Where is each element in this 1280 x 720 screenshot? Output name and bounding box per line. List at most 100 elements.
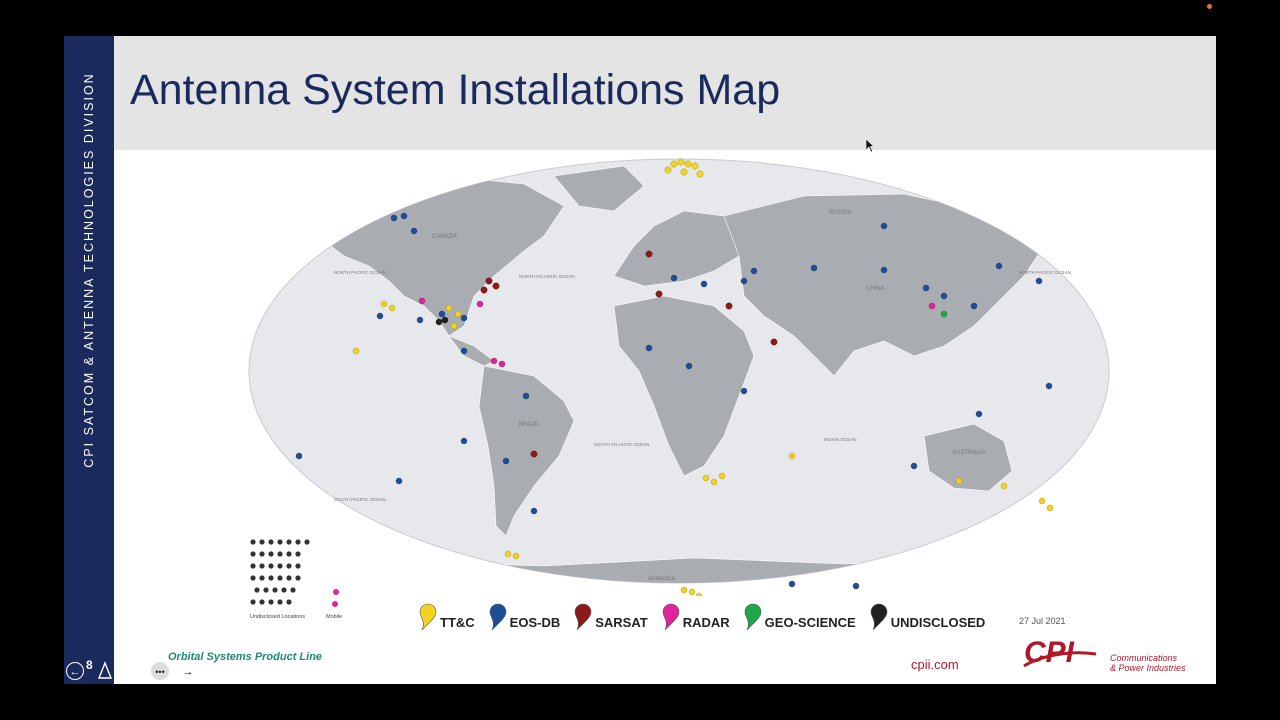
pin-eos-db	[670, 274, 678, 282]
product-line-label: Orbital Systems Product Line	[168, 651, 323, 663]
pin-ttc	[450, 322, 458, 330]
pin-radar	[476, 300, 484, 308]
pin-radar	[928, 302, 936, 310]
pin-ttc	[680, 586, 688, 594]
map-pin-icon	[419, 603, 437, 631]
label-australia: AUSTRALIA	[952, 450, 985, 456]
pin-ttc	[388, 304, 396, 312]
pin-ttc	[1000, 482, 1008, 490]
pin-sarsat	[485, 277, 493, 285]
map-pin-icon	[489, 603, 506, 631]
pin-eos-db	[1035, 277, 1043, 285]
pointer-tool-icon[interactable]	[96, 661, 114, 681]
legend-item-sarsat: SARSAT	[574, 603, 648, 631]
undisclosed-locations-label: Undisclosed Locations	[250, 614, 306, 620]
slide-header: Antenna System Installations Map	[114, 36, 1216, 150]
pin-ttc	[454, 310, 462, 318]
pin-eos-db	[970, 302, 978, 310]
mouse-cursor-icon	[866, 139, 874, 153]
pin-ttc	[380, 300, 388, 308]
pin-eos-db	[530, 507, 538, 515]
pin-ttc	[688, 588, 696, 596]
pin-sarsat	[655, 290, 663, 298]
label-antarctica: Antarctica	[648, 576, 675, 582]
division-sidebar: CPI SATCOM & ANTENNA TECHNOLOGIES DIVISI…	[64, 36, 114, 684]
pin-ttc	[670, 160, 678, 168]
previous-slide-button[interactable]: ←	[66, 662, 84, 680]
undisclosed-locations-pins	[250, 539, 310, 605]
cpi-logo-text: CPI	[1024, 636, 1075, 669]
pin-ttc	[664, 166, 672, 174]
pin-eos-db	[685, 362, 693, 370]
label-north-pacific-east: NORTH PACIFIC OCEAN	[1019, 270, 1071, 275]
status-indicator-dot	[1207, 4, 1212, 9]
pin-ttc	[684, 160, 692, 168]
pin-eos-db	[750, 267, 758, 275]
label-north-pacific-west: NORTH PACIFIC OCEAN	[334, 270, 386, 275]
pin-ttc	[1038, 497, 1046, 505]
pin-ttc	[680, 168, 688, 176]
pin-eos-db	[410, 227, 418, 235]
legend-item-geo-science: GEO-SCIENCE	[744, 603, 856, 631]
map-legend: TT&C EOS-DB SARSAT RADAR GEO-SCIENCE UND…	[419, 602, 999, 632]
label-south-atlantic: SOUTH ATLANTIC OCEAN	[594, 442, 649, 447]
pin-eos-db	[975, 410, 983, 418]
pin-ttc	[718, 472, 726, 480]
mobile-pins	[332, 589, 339, 607]
pin-eos-db	[390, 214, 398, 222]
pin-eos-db	[740, 387, 748, 395]
pin-eos-db	[502, 457, 510, 465]
label-russia: RUSSIA	[829, 210, 851, 216]
pin-eos-db	[295, 452, 303, 460]
pin-eos-db	[788, 580, 796, 588]
pin-eos-db	[995, 262, 1003, 270]
pin-eos-db	[395, 477, 403, 485]
pin-eos-db	[400, 212, 408, 220]
pin-sarsat	[725, 302, 733, 310]
map-pin-icon	[744, 603, 761, 631]
label-china: CHINA	[866, 286, 885, 292]
pin-ttc	[512, 552, 520, 560]
pin-eos-db	[416, 316, 424, 324]
pin-radar	[418, 297, 426, 305]
world-map: CANADA RUSSIA CHINA BRAZIL AUSTRALIA Ant…	[248, 158, 1110, 596]
pin-eos-db	[880, 222, 888, 230]
pin-undisclosed	[441, 316, 449, 324]
slide-title: Antenna System Installations Map	[130, 66, 781, 114]
more-options-button[interactable]: •••	[151, 662, 169, 680]
pin-eos-db	[922, 284, 930, 292]
division-name: CPI SATCOM & ANTENNA TECHNOLOGIES DIVISI…	[82, 72, 96, 468]
label-indian-ocean: INDIAN OCEAN	[824, 437, 857, 442]
company-name: Communications & Power Industries	[1110, 653, 1186, 673]
pin-ttc	[691, 162, 699, 170]
pin-ttc	[1046, 504, 1054, 512]
pin-ttc	[696, 170, 704, 178]
label-canada: CANADA	[432, 234, 457, 240]
antarctica	[249, 557, 1109, 583]
next-slide-button[interactable]: →	[179, 662, 197, 680]
presentation-slide: CPI SATCOM & ANTENNA TECHNOLOGIES DIVISI…	[64, 36, 1216, 684]
pin-ttc	[788, 452, 796, 460]
pin-eos-db	[740, 277, 748, 285]
slide-number: 8	[86, 658, 93, 672]
pin-sarsat	[530, 450, 538, 458]
pin-ttc	[352, 347, 360, 355]
pin-ttc	[702, 474, 710, 482]
label-south-pacific: SOUTH PACIFIC OCEAN	[334, 497, 386, 502]
map-pin-icon	[870, 603, 887, 631]
closed-captions-button[interactable]: CC	[123, 663, 142, 679]
more-icon: •••	[155, 667, 165, 677]
arrow-left-icon: ←	[69, 666, 81, 678]
pin-sarsat	[492, 282, 500, 290]
pin-eos-db	[1045, 382, 1053, 390]
legend-item-ttc: TT&C	[419, 603, 475, 631]
pin-eos-db	[852, 582, 860, 590]
pin-eos-db	[438, 310, 446, 318]
pin-eos-db	[645, 344, 653, 352]
label-brazil: BRAZIL	[519, 422, 541, 428]
pin-eos-db	[460, 347, 468, 355]
pin-ttc	[695, 592, 703, 596]
pin-ttc	[445, 304, 453, 312]
pin-eos-db	[376, 312, 384, 320]
company-url: cpii.com	[911, 657, 959, 672]
